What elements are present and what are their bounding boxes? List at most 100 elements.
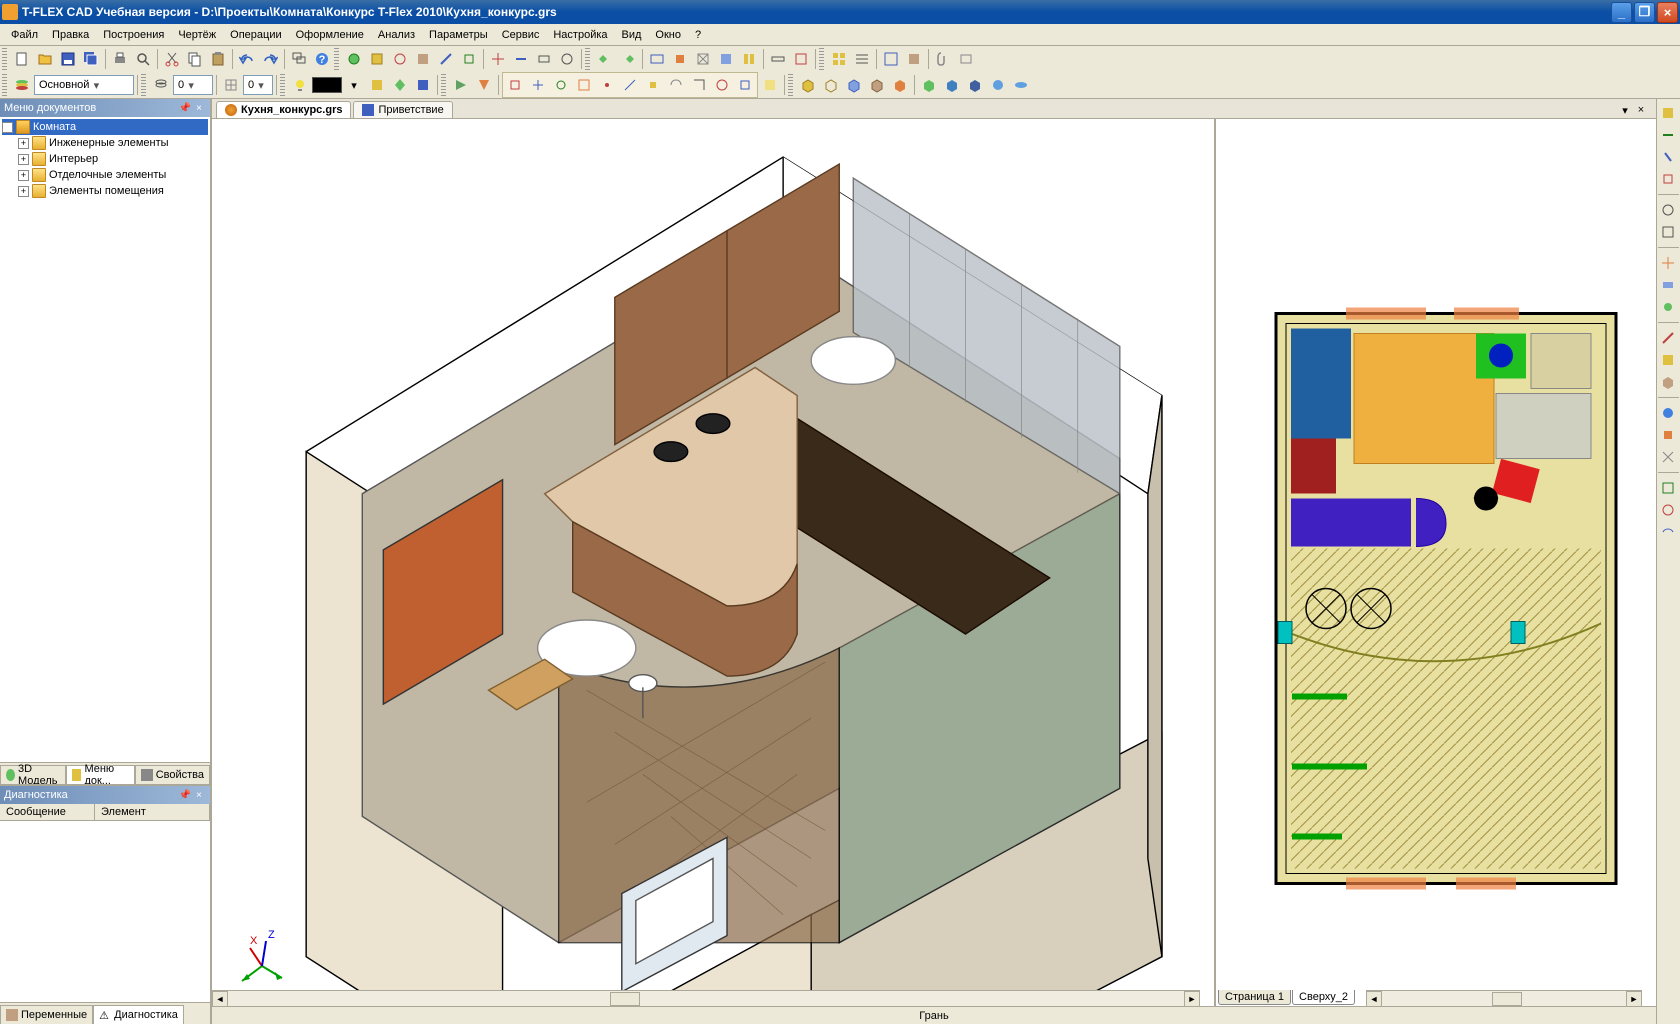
cut-button[interactable] [161, 48, 183, 70]
layers-icon[interactable] [150, 74, 172, 96]
tool-11[interactable] [617, 48, 639, 70]
box-5[interactable] [889, 74, 911, 96]
maximize-button[interactable]: ❐ [1634, 2, 1655, 23]
menu-design[interactable]: Оформление [289, 27, 371, 43]
toolbar-grip[interactable] [2, 74, 7, 96]
tool-21[interactable] [880, 48, 902, 70]
tool-9[interactable] [556, 48, 578, 70]
menu-parameters[interactable]: Параметры [422, 27, 495, 43]
close-button[interactable]: × [1657, 2, 1678, 23]
light-button[interactable] [289, 74, 311, 96]
toolbar-grip[interactable] [2, 48, 7, 70]
3d-hscroll[interactable]: ◄ ► [212, 990, 1200, 1006]
tree-expand-icon[interactable]: + [18, 186, 29, 197]
box-1[interactable] [797, 74, 819, 96]
box-9[interactable] [987, 74, 1009, 96]
tool-b2[interactable] [389, 74, 411, 96]
saveall-button[interactable] [80, 48, 102, 70]
scroll-right-icon[interactable]: ► [1184, 991, 1200, 1007]
toolbar-grip[interactable] [788, 74, 793, 96]
close-panel-icon[interactable]: × [192, 788, 206, 802]
layer-combo[interactable]: Основной▾ [34, 75, 134, 95]
grid-icon[interactable] [220, 74, 242, 96]
tree-expand-icon[interactable]: + [18, 154, 29, 165]
rtool-11[interactable] [1658, 350, 1678, 370]
tool-18[interactable] [790, 48, 812, 70]
toolbar-grip[interactable] [819, 48, 824, 70]
snap-3[interactable] [550, 74, 572, 96]
tree-item[interactable]: +Интерьер [18, 151, 208, 167]
rtool-15[interactable] [1658, 447, 1678, 467]
tab-3d-model[interactable]: 3D Модель [0, 765, 66, 784]
tool-b6[interactable] [759, 74, 781, 96]
layer-button[interactable] [11, 74, 33, 96]
diag-col-message[interactable]: Сообщение [0, 804, 95, 820]
toolbar-grip[interactable] [585, 48, 590, 70]
menu-analysis[interactable]: Анализ [371, 27, 422, 43]
box-7[interactable] [941, 74, 963, 96]
tool-22[interactable] [903, 48, 925, 70]
rtool-14[interactable] [1658, 425, 1678, 445]
tool-20[interactable] [851, 48, 873, 70]
menu-drawing[interactable]: Чертёж [171, 27, 223, 43]
menu-view[interactable]: Вид [615, 27, 649, 43]
preview-button[interactable] [132, 48, 154, 70]
diag-panel-header[interactable]: Диагностика 📌 × [0, 786, 210, 804]
tree-expand-icon[interactable]: + [18, 138, 29, 149]
box-10[interactable] [1010, 74, 1032, 96]
scroll-right-icon[interactable]: ► [1626, 991, 1642, 1007]
number-combo2[interactable]: 0▾ [243, 75, 273, 95]
help-button[interactable]: ? [311, 48, 333, 70]
toolbar-grip[interactable] [141, 74, 146, 96]
document-tree[interactable]: − Комната +Инженерные элементы +Интерьер… [0, 117, 210, 762]
tree-root[interactable]: − Комната [2, 119, 208, 135]
minimize-button[interactable]: _ [1611, 2, 1632, 23]
scroll-left-icon[interactable]: ◄ [1366, 991, 1382, 1007]
3d-viewport[interactable]: X Z ◄ ► [212, 119, 1216, 1006]
menu-help[interactable]: ? [688, 27, 708, 43]
tool-15[interactable] [715, 48, 737, 70]
snap-1[interactable] [504, 74, 526, 96]
menu-edit[interactable]: Правка [45, 27, 96, 43]
new-button[interactable] [11, 48, 33, 70]
tool-12[interactable] [646, 48, 668, 70]
tool-2[interactable] [389, 48, 411, 70]
box-2[interactable] [820, 74, 842, 96]
pin-icon[interactable]: 📌 [178, 788, 192, 802]
globe-button[interactable] [343, 48, 365, 70]
snap-10[interactable] [711, 74, 733, 96]
tab-diagnostics[interactable]: ⚠Диагностика [93, 1005, 184, 1024]
snap-5[interactable] [596, 74, 618, 96]
menu-settings[interactable]: Настройка [546, 27, 614, 43]
rtool-2[interactable] [1658, 125, 1678, 145]
rtool-18[interactable] [1658, 522, 1678, 542]
sheet-page1[interactable]: Страница 1 [1218, 990, 1291, 1005]
tab-variables[interactable]: Переменные [0, 1005, 93, 1024]
color-swatch-black[interactable] [312, 77, 342, 93]
rtool-4[interactable] [1658, 169, 1678, 189]
tool-4[interactable] [435, 48, 457, 70]
menu-operations[interactable]: Операции [223, 27, 288, 43]
tool-b5[interactable] [473, 74, 495, 96]
tool-b1[interactable] [366, 74, 388, 96]
2d-viewport[interactable]: Страница 1 Сверху_2 ◄ ► [1216, 119, 1656, 1006]
2d-hscroll[interactable]: ◄ ► [1366, 990, 1642, 1006]
snap-2[interactable] [527, 74, 549, 96]
print-button[interactable] [109, 48, 131, 70]
tool-10[interactable] [594, 48, 616, 70]
rtool-9[interactable] [1658, 297, 1678, 317]
snap-8[interactable] [665, 74, 687, 96]
toolbar-grip[interactable] [334, 48, 339, 70]
rtool-17[interactable] [1658, 500, 1678, 520]
sheet-top2[interactable]: Сверху_2 [1292, 990, 1355, 1005]
tree-item[interactable]: +Элементы помещения [18, 183, 208, 199]
save-button[interactable] [57, 48, 79, 70]
box-6[interactable] [918, 74, 940, 96]
copy-button[interactable] [184, 48, 206, 70]
menu-service[interactable]: Сервис [495, 27, 547, 43]
tree-collapse-icon[interactable]: − [2, 122, 13, 133]
tool-b3[interactable] [412, 74, 434, 96]
toolbar-grip[interactable] [280, 74, 285, 96]
tool-b4[interactable] [450, 74, 472, 96]
rtool-7[interactable] [1658, 253, 1678, 273]
